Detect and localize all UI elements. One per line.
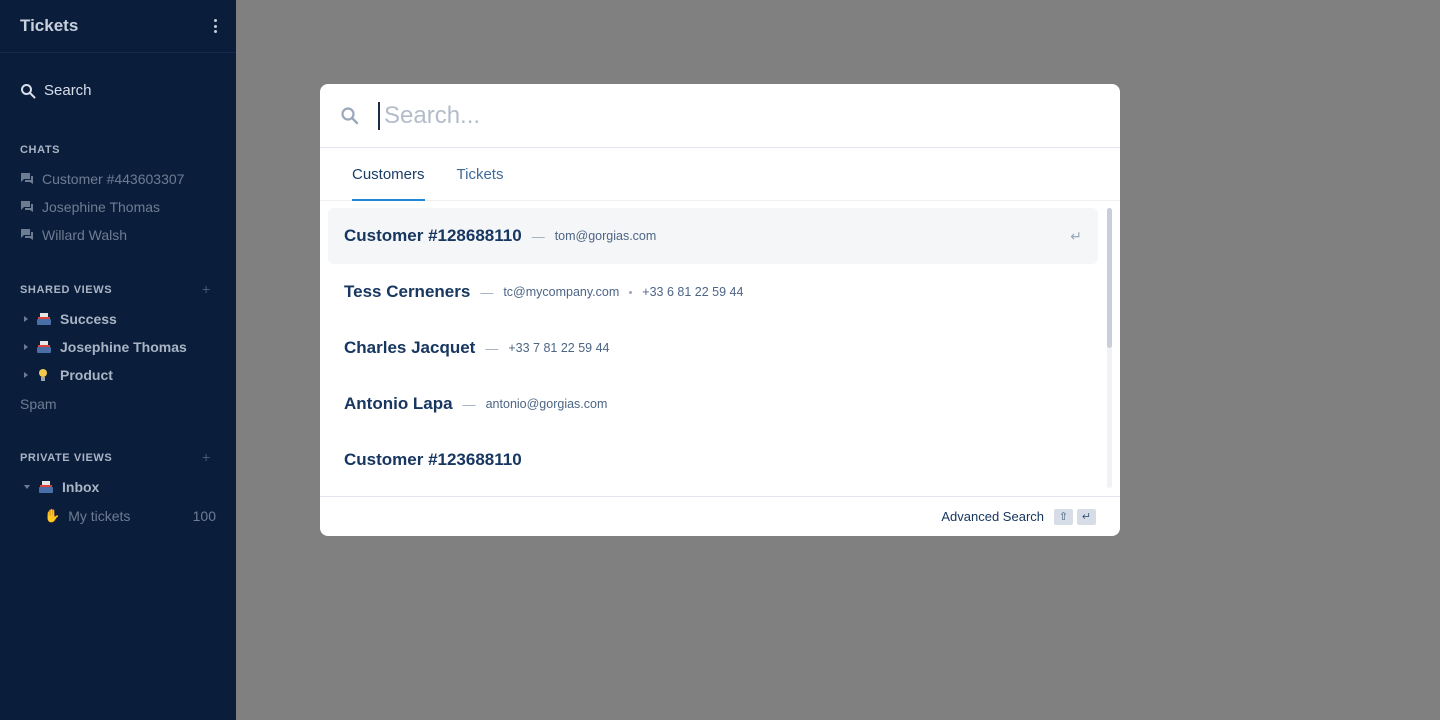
sidebar-header: Tickets [0,0,236,53]
private-view-label: Inbox [62,479,100,495]
search-icon [340,106,364,126]
result-separator: — [485,340,499,356]
tab-tickets[interactable]: Tickets [457,148,504,200]
chat-item[interactable]: Customer #443603307 [20,171,184,187]
caret-right-icon[interactable] [24,316,28,322]
advanced-search-link[interactable]: Advanced Search [941,509,1044,524]
shared-view-label: Success [60,311,117,327]
result-name: Tess Cerneners [344,282,471,301]
enter-key-hint: ↵ [1077,508,1096,525]
tab-customers[interactable]: Customers [352,148,425,201]
chat-icon [21,201,33,212]
more-options-icon[interactable] [208,17,222,35]
private-views-section-title: PRIVATE VIEWS [20,452,113,464]
result-separator: — [480,284,494,300]
result-email: antonio@gorgias.com [485,397,608,411]
shared-view-item[interactable]: Josephine Thomas [24,339,187,355]
results-scrollbar[interactable] [1107,208,1112,488]
sidebar-search-label: Search [44,82,92,99]
chat-icon [21,229,33,240]
result-name: Charles Jacquet [344,338,476,357]
shared-view-label: Product [60,367,113,383]
hand-icon: ✋ [44,508,61,523]
my-tickets-label: My tickets [68,508,131,524]
add-shared-view-button[interactable]: + [202,281,210,297]
chats-section-title: CHATS [20,144,61,156]
lightbulb-icon [39,369,47,381]
shared-views-section-title: SHARED VIEWS [20,284,113,296]
scrollbar-thumb[interactable] [1107,208,1112,348]
inbox-icon [39,481,53,493]
modal-footer: Advanced Search ⇧ ↵ [320,496,1120,536]
sidebar-title: Tickets [20,16,79,35]
shift-key-hint: ⇧ [1054,508,1073,525]
chat-item-label: Josephine Thomas [42,199,161,215]
shared-view-label: Josephine Thomas [60,339,187,355]
result-name: Customer #123688110 [344,450,522,469]
caret-down-icon[interactable] [24,485,30,489]
spam-view[interactable]: Spam [20,396,57,412]
result-item[interactable]: Customer #128688110 — tom@gorgias.com ↵ [328,208,1098,264]
caret-right-icon[interactable] [24,372,28,378]
result-name: Customer #128688110 [344,226,522,245]
dot-separator [629,290,633,294]
result-phone: +33 7 81 22 59 44 [508,341,610,355]
search-modal: Customers Tickets Customer #128688110 — … [320,84,1120,536]
search-input[interactable] [378,101,1078,130]
my-tickets-view[interactable]: ✋ My tickets 100 [44,508,216,524]
chat-item[interactable]: Josephine Thomas [20,199,160,215]
my-tickets-count: 100 [192,508,216,524]
result-item[interactable]: Tess Cerneners — tc@mycompany.com +33 6 … [328,264,1098,320]
shared-view-item[interactable]: Product [24,367,113,383]
result-item[interactable]: Antonio Lapa — antonio@gorgias.com [328,376,1098,432]
chat-item[interactable]: Willard Walsh [20,227,127,243]
caret-right-icon[interactable] [24,344,28,350]
search-tabs: Customers Tickets [320,148,1120,201]
result-email: tc@mycompany.com [503,285,620,299]
inbox-icon [37,341,51,353]
sidebar-search[interactable]: Search [20,82,92,99]
chat-item-label: Customer #443603307 [42,171,185,187]
results-list: Customer #128688110 — tom@gorgias.com ↵ … [328,208,1098,496]
sidebar: Tickets Search CHATS Customer #443603307… [0,0,236,720]
result-email: tom@gorgias.com [554,229,657,243]
result-item[interactable]: Charles Jacquet — +33 7 81 22 59 44 [328,320,1098,376]
result-separator: — [531,228,545,244]
add-private-view-button[interactable]: + [202,449,210,465]
shared-view-item[interactable]: Success [24,311,117,327]
inbox-icon [37,313,51,325]
enter-icon: ↵ [1070,227,1082,244]
result-item[interactable]: Customer #123688110 [328,432,1098,488]
private-view-inbox[interactable]: Inbox [24,479,99,495]
chat-icon [21,173,33,184]
result-name: Antonio Lapa [344,394,453,413]
chat-item-label: Willard Walsh [42,227,128,243]
result-phone: +33 6 81 22 59 44 [642,285,744,299]
search-bar [320,84,1120,148]
result-separator: — [462,396,476,412]
search-icon [21,83,36,98]
